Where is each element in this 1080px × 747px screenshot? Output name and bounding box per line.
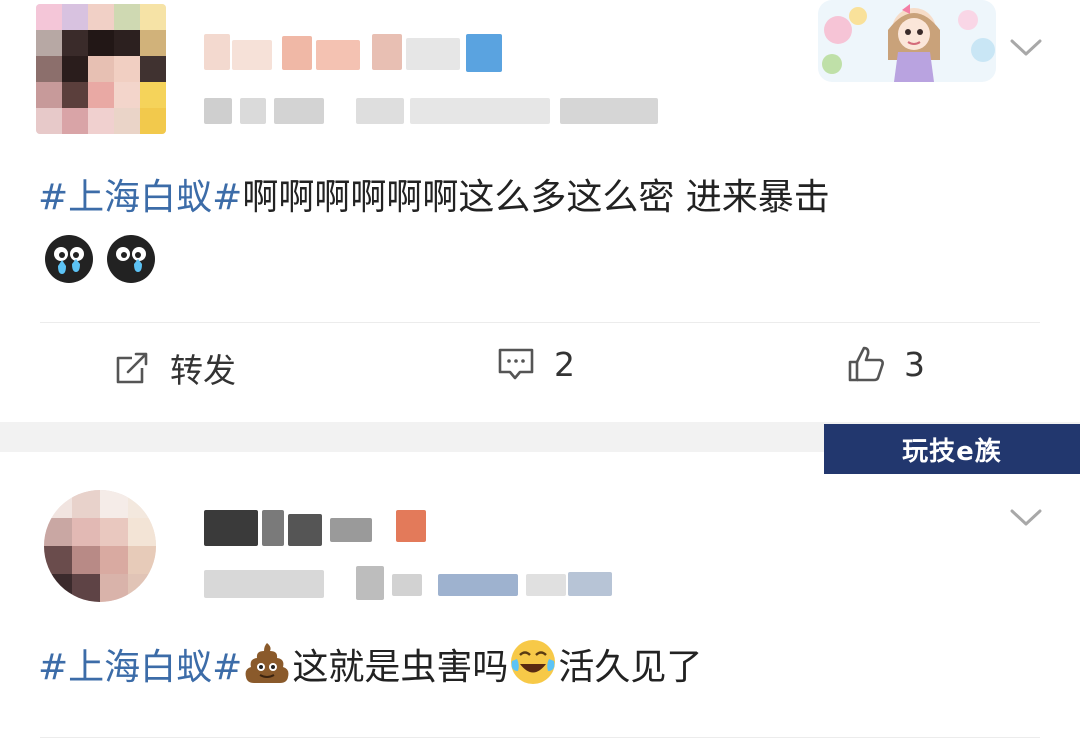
avatar[interactable]	[36, 4, 166, 134]
post-text: #上海白蚁#啊啊啊啊啊啊这么多这么密 进来暴击	[38, 177, 830, 218]
repost-button[interactable]: 转发	[112, 344, 236, 392]
action-bar: 转发 2 3	[0, 344, 1080, 400]
like-button[interactable]: 3	[846, 344, 925, 384]
divider	[40, 737, 1040, 738]
divider	[40, 322, 1040, 323]
poop-emoji	[245, 643, 289, 683]
comment-button[interactable]: 2	[496, 344, 575, 384]
post-card: #上海白蚁#啊啊啊啊啊啊这么多这么密 进来暴击 转发 2 3	[0, 0, 1080, 422]
like-count: 3	[904, 344, 925, 384]
repost-icon	[116, 352, 148, 384]
hashtag-link[interactable]: #上海白蚁#	[38, 647, 242, 688]
post-text: #上海白蚁# 这就是虫害吗 活久见了	[38, 637, 702, 698]
chevron-down-icon[interactable]	[1006, 502, 1046, 532]
crying-face-emoji	[45, 235, 93, 283]
repost-label: 转发	[170, 351, 236, 390]
post-card: #上海白蚁# 这就是虫害吗 活久见了	[0, 452, 1080, 747]
thumbs-up-icon	[848, 346, 884, 382]
hashtag-link[interactable]: #上海白蚁#	[38, 177, 242, 218]
crying-face-emoji	[107, 235, 155, 283]
emoji-row	[44, 234, 156, 284]
comment-count: 2	[554, 344, 575, 384]
avatar[interactable]	[44, 490, 156, 602]
laughing-tears-emoji	[511, 640, 556, 684]
chevron-down-icon[interactable]	[1006, 32, 1046, 62]
profile-badge-art	[818, 0, 996, 82]
comment-icon	[498, 348, 534, 380]
